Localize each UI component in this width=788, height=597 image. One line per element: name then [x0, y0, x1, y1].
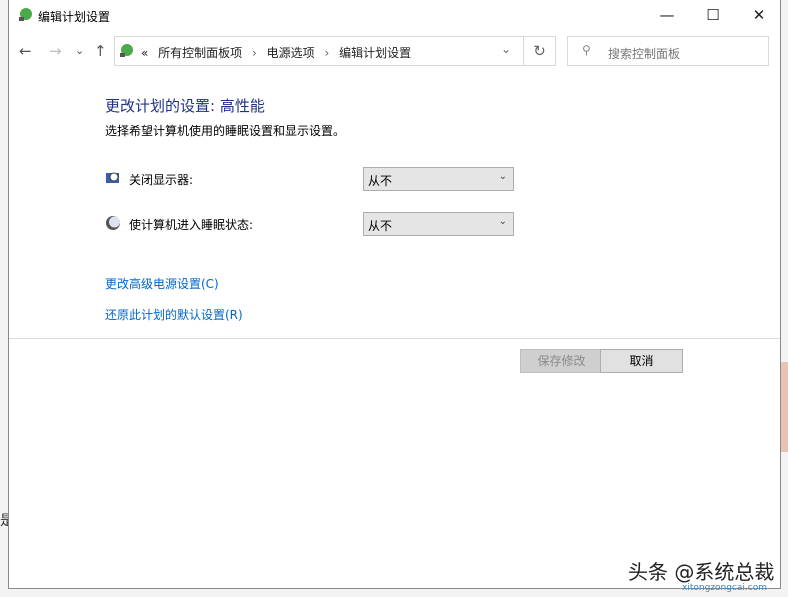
breadcrumb-edit-plan[interactable]: 编辑计划设置: [339, 46, 411, 60]
search-icon: ⚲: [582, 43, 591, 57]
advanced-power-settings-link[interactable]: 更改高级电源设置(C): [105, 275, 219, 292]
monitor-clock-icon: [106, 172, 119, 183]
restore-defaults-link[interactable]: 还原此计划的默认设置(R): [105, 306, 243, 323]
address-bar[interactable]: « 所有控制面板项 › 电源选项 › 编辑计划设置 ⌄ ↻: [114, 36, 556, 66]
sleep-value: 从不: [368, 219, 393, 233]
forward-button[interactable]: →: [49, 42, 62, 60]
refresh-button[interactable]: ↻: [523, 37, 555, 65]
back-button[interactable]: ←: [19, 42, 32, 60]
breadcrumb-separator[interactable]: ›: [325, 46, 330, 60]
up-button[interactable]: ↑: [94, 42, 107, 60]
page-description: 选择希望计算机使用的睡眠设置和显示设置。: [105, 124, 346, 138]
breadcrumb-separator[interactable]: ›: [252, 46, 257, 60]
watermark-site: xitongzongcai.com: [682, 583, 767, 593]
display-off-select[interactable]: 从不 ⌄: [363, 167, 514, 191]
background-fragment: [781, 362, 788, 452]
power-options-icon: [120, 44, 133, 57]
maximize-button[interactable]: ☐: [690, 0, 736, 30]
title-bar: 编辑计划设置 — ☐ ✕: [9, 0, 780, 32]
power-options-icon: [19, 8, 32, 21]
display-off-value: 从不: [368, 174, 393, 188]
save-button[interactable]: 保存修改: [520, 349, 603, 373]
minimize-button[interactable]: —: [644, 0, 690, 30]
address-dropdown-button[interactable]: ⌄: [501, 42, 511, 56]
close-button[interactable]: ✕: [736, 0, 782, 30]
sleep-label: 使计算机进入睡眠状态:: [129, 218, 254, 232]
chevron-down-icon: ⌄: [498, 216, 507, 227]
breadcrumb-all-items[interactable]: 所有控制面板项: [158, 46, 242, 60]
navigation-bar: ← → ⌄ ↑ « 所有控制面板项 › 电源选项 › 编辑计划设置 ⌄ ↻ ⚲ …: [9, 36, 780, 66]
overflow-chevron[interactable]: «: [141, 46, 148, 60]
search-input[interactable]: ⚲ 搜索控制面板: [567, 36, 769, 66]
sleep-select[interactable]: 从不 ⌄: [363, 212, 514, 236]
page-title: 更改计划的设置: 高性能: [105, 97, 265, 115]
chevron-down-icon: ⌄: [498, 171, 507, 182]
search-placeholder: 搜索控制面板: [608, 47, 681, 61]
cancel-button[interactable]: 取消: [600, 349, 683, 373]
recent-locations-button[interactable]: ⌄: [75, 44, 84, 57]
display-off-label: 关闭显示器:: [129, 173, 194, 187]
window-title: 编辑计划设置: [38, 10, 111, 24]
watermark: 头条 @系统总裁: [628, 560, 775, 584]
moon-icon: [106, 216, 120, 230]
breadcrumb-power-options[interactable]: 电源选项: [267, 46, 315, 60]
window: 编辑计划设置 — ☐ ✕ ← → ⌄ ↑ « 所有控制面板项 › 电源选项 › …: [8, 0, 781, 589]
divider: [9, 338, 780, 339]
